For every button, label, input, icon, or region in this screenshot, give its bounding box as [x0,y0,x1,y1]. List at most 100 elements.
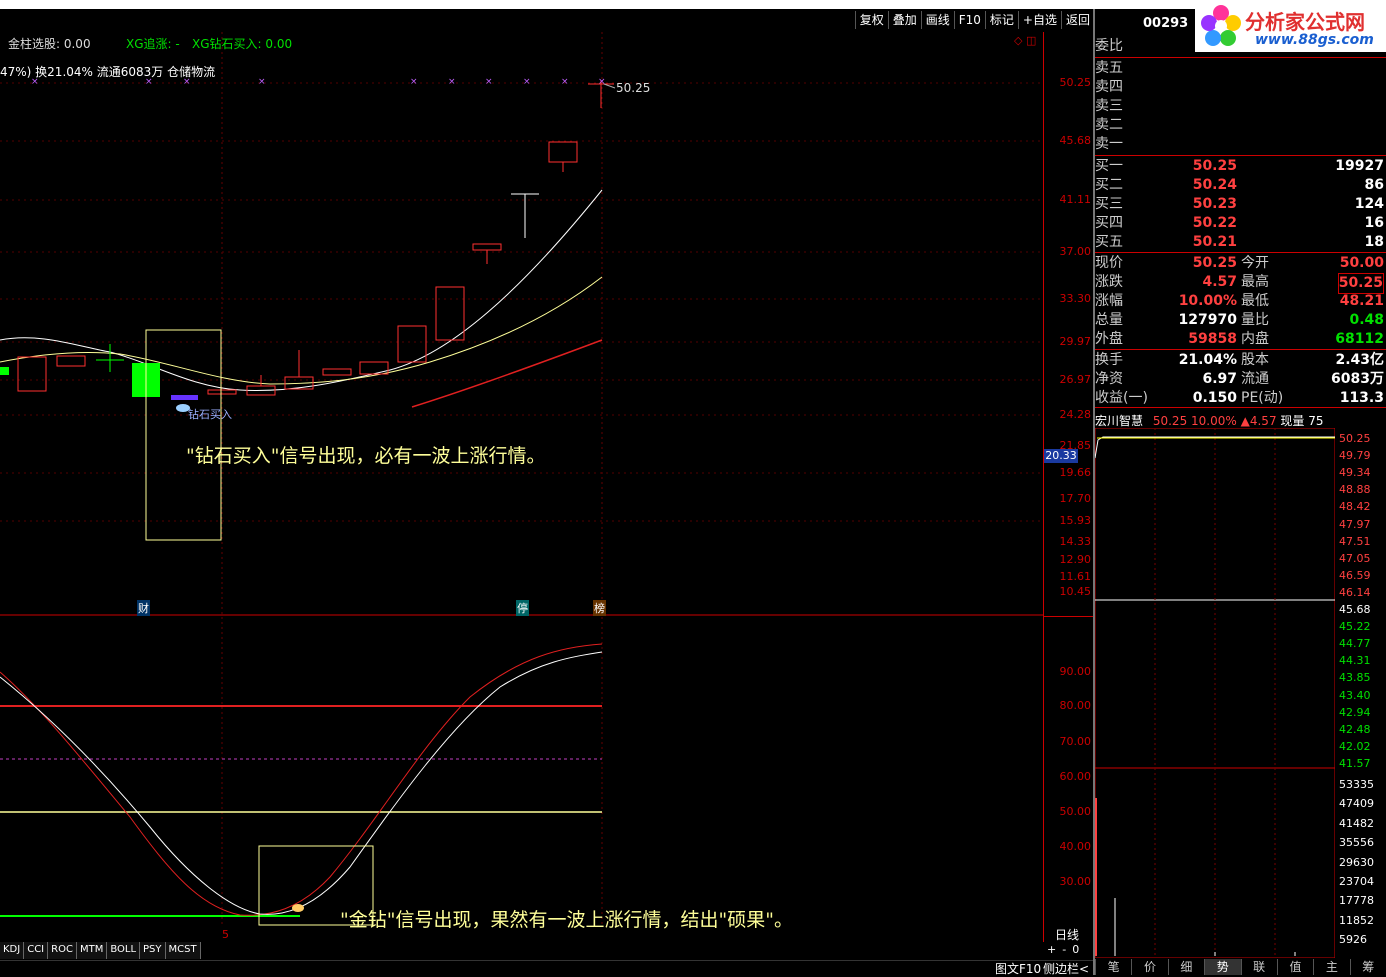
stat-row: 现价 50.25 今开 50.00 [1095,254,1386,273]
price-axis-label: 14.33 [1059,535,1092,548]
svg-text:×: × [448,77,456,87]
indicator-axis-label: 40.00 [1059,840,1092,853]
right-tab[interactable]: 联 [1240,959,1277,975]
indicator-tab-boll[interactable]: BOLL [107,942,141,959]
stat-value: 113.3 [1339,390,1384,406]
stat-label: 最高 [1241,274,1269,290]
logo-text: 分析家公式网 [1245,10,1365,34]
toolbar-button-3[interactable]: F10 [953,11,985,29]
stat-value: 2.43亿 [1335,352,1384,368]
intraday-volume-label: 53335 [1339,778,1374,791]
indicator-tab-roc[interactable]: ROC [48,942,77,959]
halt-marker[interactable]: 停 [516,600,529,616]
right-tab[interactable]: 笔 [1095,959,1131,975]
period-label[interactable]: 日线 [1055,926,1079,943]
right-tab[interactable]: 价 [1131,959,1167,975]
stat-value: 48.21 [1339,293,1384,309]
right-tab[interactable]: 势 [1204,959,1241,975]
right-tab[interactable]: 细 [1167,959,1204,975]
sell-level-label: 卖五 [1095,60,1123,76]
intraday-price-label: 42.94 [1339,705,1371,719]
indicator-tab-mtm[interactable]: MTM [76,942,108,959]
indicator-tab-cci[interactable]: CCI [24,942,49,959]
buy-row: 买二 50.24 86 [1095,176,1386,195]
sell-level-label: 卖三 [1095,98,1123,114]
sell-row: 卖三 [1095,97,1386,116]
ranking-marker[interactable]: 榜 [593,600,606,616]
indicator-axis-label: 50.00 [1059,805,1092,818]
intraday-price-label: 49.34 [1339,466,1371,480]
buy-row: 买一 50.25 19927 [1095,157,1386,176]
stat-label: 净资 [1095,371,1123,387]
intraday-volume-label: 23704 [1339,875,1374,888]
intraday-price-label: 44.77 [1339,637,1371,651]
svg-text:×: × [31,77,39,87]
crosshair-price-tag: 20.33 [1044,449,1078,463]
indicator-axis-label: 60.00 [1059,770,1092,783]
flower-logo-icon [1201,5,1241,46]
intraday-price-label: 44.31 [1339,654,1371,668]
stat-value: 68112 [1335,331,1384,347]
toolbar-button-2[interactable]: 画线 [920,11,954,29]
now-vol-value: 75 [1308,414,1324,428]
now-vol-label: 现量 [1280,414,1305,428]
indicator-tabs: KDJ CCI ROC MTM BOLL PSY MCST [0,942,201,959]
buy-price: 50.21 [1192,234,1237,250]
svg-text:×: × [410,77,418,87]
site-logo: 分析家公式网 www.88gs.com [1195,0,1386,52]
intraday-price-label: 42.48 [1339,722,1371,736]
indicator-annotation: "金钻"信号出现，果然有一波上涨行情，结出"硕果"。 [340,909,793,931]
toolbar-button-6[interactable]: 返回 [1060,11,1094,29]
stat-label: PE(动) [1241,390,1284,406]
intraday-price-label: 47.97 [1339,517,1371,531]
right-tab[interactable]: 主 [1313,959,1349,975]
indicator-axis-label: 30.00 [1059,875,1092,888]
buy-level-label: 买五 [1095,234,1123,250]
svg-text:×: × [598,77,606,87]
zoom-reset-button[interactable]: 0 [1072,943,1079,956]
status-bar [0,960,1093,976]
buy-volume: 16 [1364,215,1384,231]
intraday-price-label: 43.85 [1339,671,1371,685]
right-tab[interactable]: 筹 [1349,959,1386,975]
indicator-tab-mcst[interactable]: MCST [165,942,201,959]
toolbar-button-4[interactable]: 标记 [984,11,1018,29]
svg-text:×: × [183,77,191,87]
buy-row: 买三 50.23 124 [1095,195,1386,214]
right-tab[interactable]: 值 [1276,959,1313,975]
zoom-out-button[interactable]: - [1062,943,1066,956]
intraday-volume-label: 17778 [1339,894,1374,908]
toolbar-button-5[interactable]: +自选 [1017,11,1061,29]
stat-value: 0.150 [1192,390,1237,406]
mini-change: ▲4.57 [1240,414,1277,428]
f10-button[interactable]: 图文F10 [995,960,1041,977]
stat-label: 收益(一) [1095,390,1148,406]
zoom-in-button[interactable]: + [1047,943,1056,956]
buy-volume: 86 [1364,177,1384,193]
price-axis-label: 50.25 [1059,76,1092,89]
stat-label: 内盘 [1241,331,1269,347]
buy-level-label: 买一 [1095,158,1123,174]
stat-value: 0.48 [1349,312,1384,328]
sidebar-toggle[interactable]: 侧边栏< [1043,960,1089,977]
price-axis-label: 12.90 [1059,553,1092,566]
toolbar-button-1[interactable]: 叠加 [887,11,921,29]
sell-row: 卖四 [1095,78,1386,97]
indicator-tab-kdj[interactable]: KDJ [0,942,25,959]
mini-price: 50.25 [1152,414,1188,428]
indicator-tab-psy[interactable]: PSY [140,942,166,959]
intraday-volume-label: 35556 [1339,836,1374,850]
buy-price: 50.23 [1192,196,1237,212]
stat-label: 最低 [1241,293,1269,309]
finance-marker[interactable]: 财 [137,600,150,616]
stat-row: 净资 6.97 流通 6083万 [1095,370,1386,389]
intraday-volume-label: 41482 [1339,816,1374,830]
intraday-price-label: 42.02 [1339,739,1371,753]
sell-row: 卖五 [1095,59,1386,78]
buy-volume: 18 [1364,234,1384,250]
price-axis-label: 10.45 [1059,585,1092,598]
svg-text:×: × [561,77,569,87]
price-axis-label: 45.68 [1059,134,1092,147]
quote-panel: 00293 委比 卖五 卖四 卖三 卖二 卖一 买一 50.25 19927 买二 50.24 8… [1095,9,1386,975]
toolbar-button-0[interactable]: 复权 [854,11,888,29]
